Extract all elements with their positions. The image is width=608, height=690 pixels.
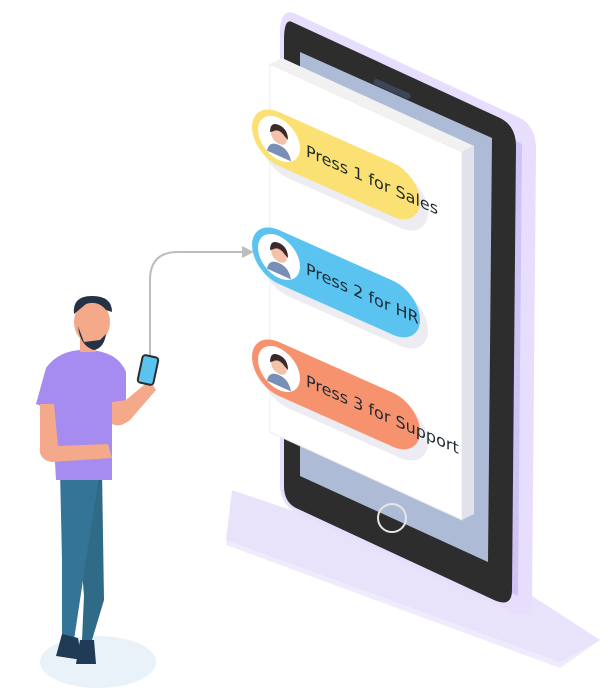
ivr-illustration: Press 1 for SalesPress 2 for HRPress 3 f… [36,12,600,688]
person-ground-shadow [40,636,156,688]
person-illustration [36,296,160,664]
arrow-connector [149,246,254,360]
handheld-phone-icon [136,354,160,386]
